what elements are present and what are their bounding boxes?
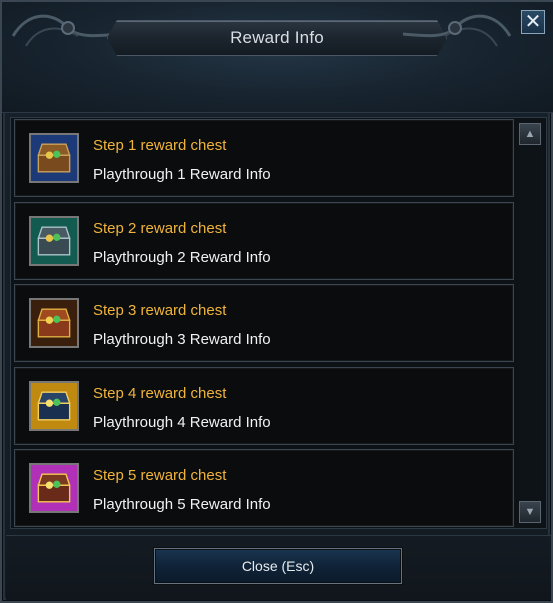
treasure-chest-icon	[29, 380, 79, 431]
reward-subtitle: Playthrough 1 Reward Info	[93, 166, 271, 183]
scroll-up-icon[interactable]: ▲	[519, 123, 541, 145]
close-icon[interactable]: ✕	[521, 10, 545, 34]
reward-row-2[interactable]: Step 2 reward chest Playthrough 2 Reward…	[14, 201, 514, 280]
treasure-chest-icon	[29, 133, 79, 183]
reward-info-window: Reward Info ✕ Step 1 reward chest Playth…	[0, 0, 553, 603]
reward-subtitle: Playthrough 5 Reward Info	[93, 496, 271, 513]
reward-row-1[interactable]: Step 1 reward chest Playthrough 1 Reward…	[14, 119, 514, 197]
title-bar: Reward Info ✕	[2, 2, 553, 113]
reward-title: Step 5 reward chest	[93, 467, 227, 484]
ornament-right-icon	[402, 14, 512, 47]
window-title: Reward Info	[230, 28, 324, 47]
reward-list: Step 1 reward chest Playthrough 1 Reward…	[14, 119, 514, 532]
reward-row-5[interactable]: Step 5 reward chest Playthrough 5 Reward…	[14, 449, 514, 527]
reward-title: Step 3 reward chest	[93, 302, 227, 319]
treasure-chest-icon	[29, 298, 79, 348]
footer: Close (Esc)	[6, 535, 551, 600]
treasure-chest-icon	[29, 463, 79, 513]
scroll-down-icon[interactable]: ▼	[519, 501, 541, 523]
treasure-chest-icon	[29, 215, 79, 266]
reward-subtitle: Playthrough 4 Reward Info	[93, 413, 271, 431]
close-button[interactable]: Close (Esc)	[154, 548, 402, 584]
reward-title: Step 4 reward chest	[93, 384, 227, 402]
reward-title: Step 2 reward chest	[93, 219, 227, 237]
reward-row-4[interactable]: Step 4 reward chest Playthrough 4 Reward…	[14, 366, 514, 445]
reward-title: Step 1 reward chest	[93, 137, 227, 154]
reward-subtitle: Playthrough 3 Reward Info	[93, 331, 271, 348]
reward-list-frame: Step 1 reward chest Playthrough 1 Reward…	[10, 117, 547, 529]
scrollbar[interactable]: ▲ ▼	[519, 121, 543, 525]
reward-row-3[interactable]: Step 3 reward chest Playthrough 3 Reward…	[14, 284, 514, 362]
ornament-left-icon	[11, 14, 121, 47]
reward-subtitle: Playthrough 2 Reward Info	[93, 248, 271, 266]
